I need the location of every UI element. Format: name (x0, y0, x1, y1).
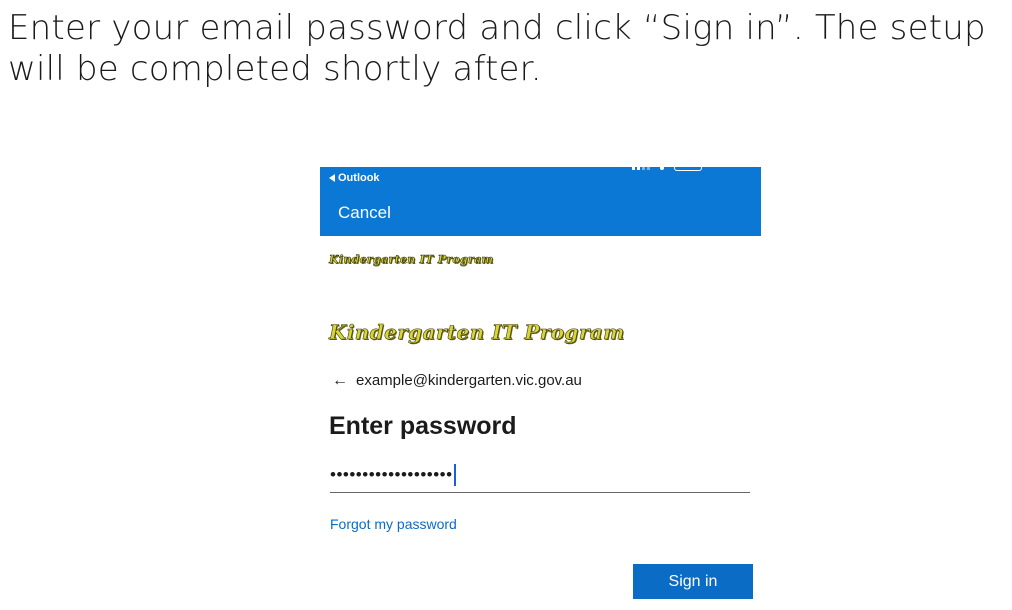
back-to-app-link[interactable]: Outlook (329, 171, 380, 185)
sign-in-button[interactable]: Sign in (633, 564, 753, 599)
instruction-text: Enter your email password and click “Sig… (8, 8, 986, 89)
back-triangle-icon (329, 174, 335, 182)
password-value: ••••••••••••••••••• (330, 465, 453, 484)
text-caret (453, 464, 456, 486)
password-field[interactable]: ••••••••••••••••••• (330, 458, 750, 493)
signal-icon (632, 165, 650, 170)
identity-email: example@kindergarten.vic.gov.au (356, 372, 582, 389)
cancel-button[interactable]: Cancel (338, 203, 391, 223)
back-app-label: Outlook (338, 172, 380, 184)
status-icons (632, 165, 702, 171)
tenant-logo: Kindergarten IT Program (329, 320, 625, 345)
back-arrow-icon[interactable]: ← (332, 372, 348, 389)
page-title: Enter password (329, 412, 517, 440)
battery-icon (674, 165, 702, 171)
forgot-password-link[interactable]: Forgot my password (330, 516, 457, 532)
banner-logo: Kindergarten IT Program (329, 253, 494, 267)
phone-screenshot: Outlook Cancel Kindergarten IT Program K… (320, 165, 761, 607)
header-bar: Outlook Cancel (320, 165, 761, 236)
wifi-icon (660, 166, 664, 170)
identity-row: ← example@kindergarten.vic.gov.au (332, 372, 582, 389)
